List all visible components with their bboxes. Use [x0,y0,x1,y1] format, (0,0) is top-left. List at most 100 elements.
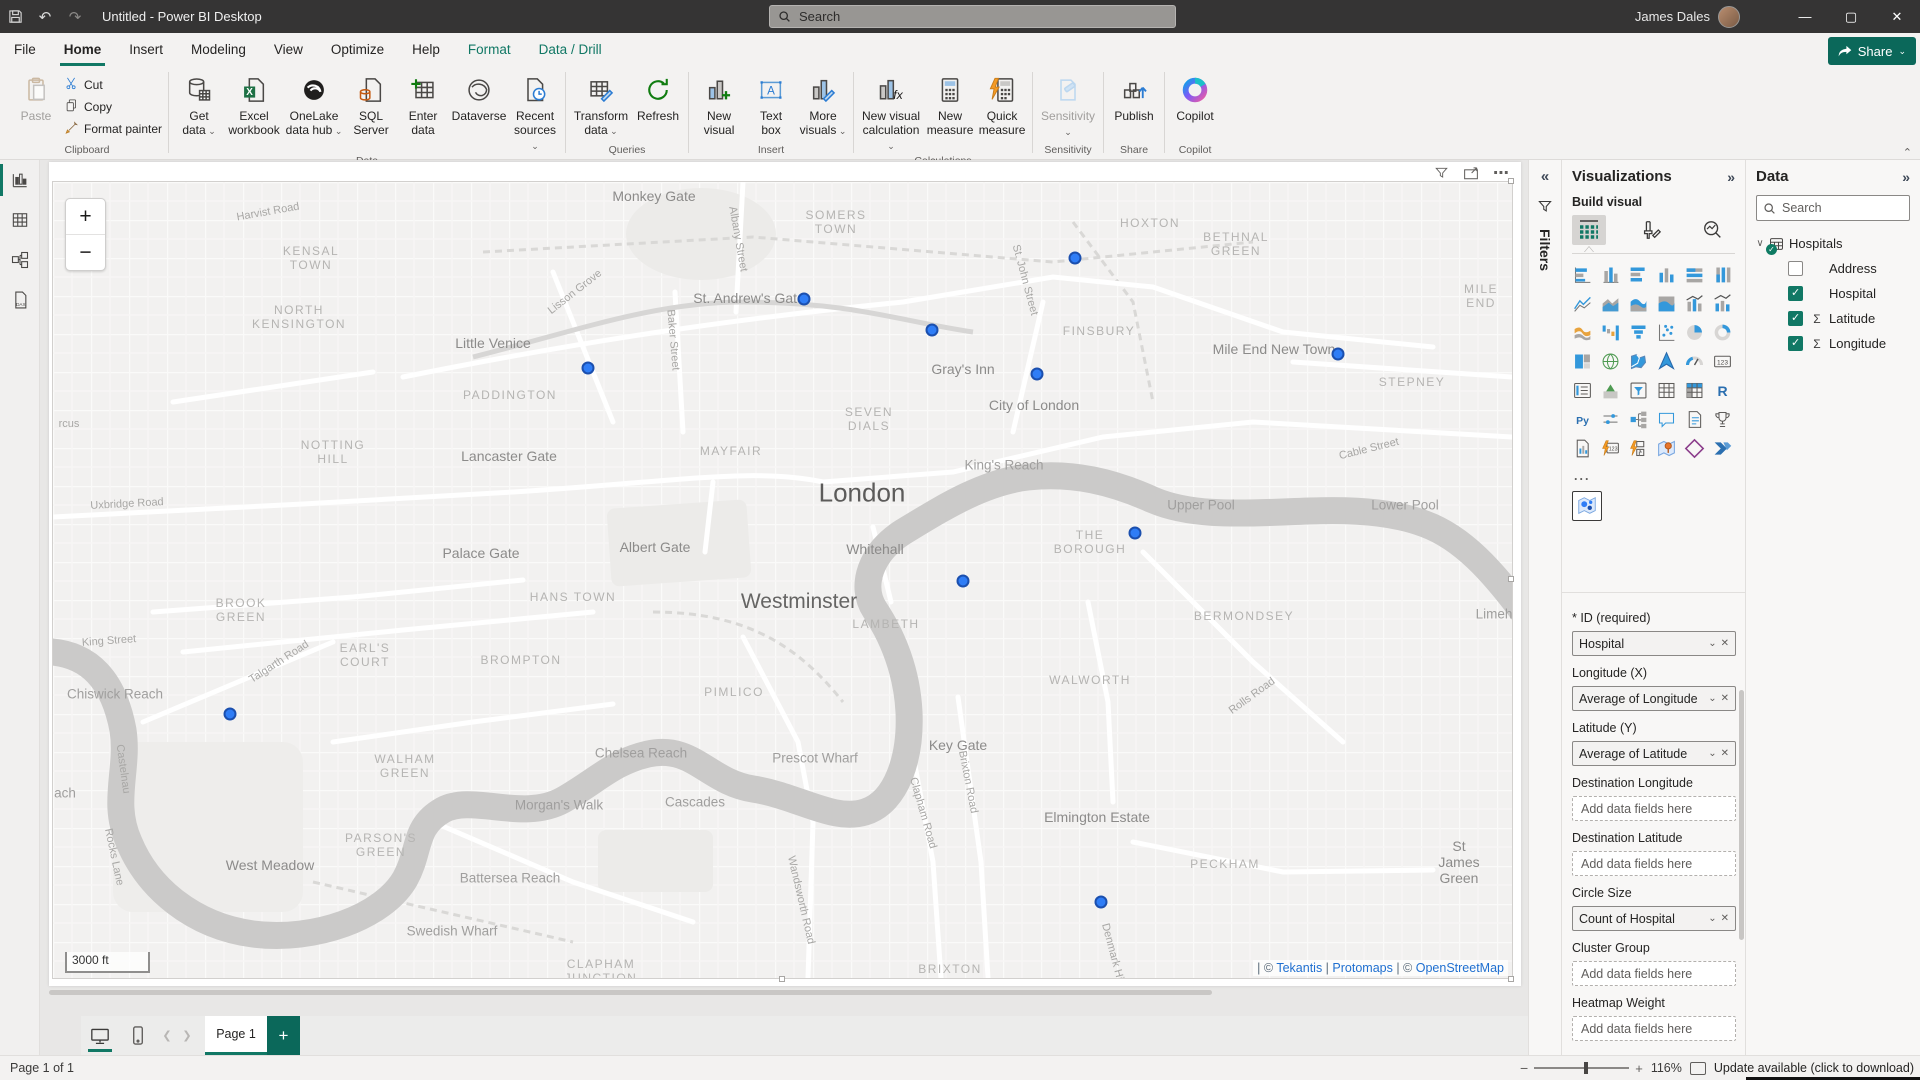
field-pill[interactable]: Average of Latitude⌄✕ [1572,741,1736,766]
r-script-visual-icon[interactable]: R [1710,378,1734,402]
dax-query-view-icon[interactable]: DAX [0,280,40,320]
new-visual-button[interactable]: New visual [693,68,745,137]
empty-field-well[interactable]: Add data fields here [1572,961,1736,986]
treemap-icon[interactable] [1570,349,1594,373]
smart-narrative-icon[interactable] [1682,407,1706,431]
empty-field-well[interactable]: Add data fields here [1572,1016,1736,1041]
line-chart-icon[interactable] [1570,291,1594,315]
icon-map[interactable]: LondonWestminsterMonkey GateSt. Andrew's… [53,182,1512,978]
lightning-slicer-icon[interactable] [1626,436,1650,460]
field-row-longitude[interactable]: ΣLongitude [1746,331,1920,356]
previous-page-icon[interactable]: ❮ [157,1016,177,1055]
transform-data-button[interactable]: Transform data ⌄ [570,68,632,138]
data-search-input[interactable] [1782,201,1892,215]
table-row-hospitals[interactable]: ∨ ✓ Hospitals [1746,231,1920,256]
map-visual[interactable]: LondonWestminsterMonkey GateSt. Andrew's… [52,181,1513,979]
ribbon-tab-insert[interactable]: Insert [115,33,177,66]
ribbon-tab-format[interactable]: Format [454,33,525,66]
gauge-icon[interactable] [1682,349,1706,373]
stacked-bar-chart-icon[interactable] [1570,262,1594,286]
maximize-button[interactable]: ▢ [1828,0,1874,33]
ribbon-tab-home[interactable]: Home [50,33,116,66]
publish-button[interactable]: Publish [1108,68,1160,123]
hospital-point[interactable] [1069,252,1082,265]
decomposition-tree-icon[interactable] [1626,407,1650,431]
analytics-tab[interactable] [1696,215,1730,245]
field-pill[interactable]: Hospital⌄✕ [1572,631,1736,656]
lightning-card-icon[interactable]: 123 [1598,436,1622,460]
zoom-percentage[interactable]: 116% [1651,1061,1682,1075]
stacked-column-chart-icon[interactable] [1598,262,1622,286]
search-input[interactable] [799,9,1139,24]
ribbon-tab-help[interactable]: Help [398,33,454,66]
area-chart-icon[interactable] [1598,291,1622,315]
hospital-point[interactable] [1332,348,1345,361]
attribution-link[interactable]: Protomaps [1332,961,1392,975]
field-pill[interactable]: Average of Longitude⌄✕ [1572,686,1736,711]
quick-measure-button[interactable]: Quick measure [976,68,1028,137]
field-checkbox[interactable] [1788,286,1803,301]
text-box-button[interactable]: AText box [745,68,797,137]
card-icon[interactable]: 123 [1710,349,1734,373]
kpi-icon[interactable] [1598,378,1622,402]
save-icon[interactable] [0,0,30,33]
hospital-point[interactable] [957,575,970,588]
empty-field-well[interactable]: Add data fields here [1572,796,1736,821]
report-page[interactable]: ⋯ [49,162,1521,986]
format-visual-tab[interactable] [1634,215,1668,245]
field-row-hospital[interactable]: Hospital [1746,281,1920,306]
field-remove-icon[interactable]: ✕ [1721,638,1729,649]
qa-visual-icon[interactable] [1654,407,1678,431]
copy-button[interactable]: Copy [64,98,162,115]
sql-server-button[interactable]: SQL Server [345,68,397,137]
parameter-slider-icon[interactable] [1598,407,1622,431]
ribbon-chart-icon[interactable] [1570,320,1594,344]
pie-chart-icon[interactable] [1682,320,1706,344]
filters-pane-title[interactable]: Filters [1537,229,1553,271]
field-dropdown-icon[interactable]: ⌄ [1708,913,1716,924]
ribbon-tab-data-drill[interactable]: Data / Drill [525,33,616,66]
field-pill[interactable]: Count of Hospital⌄✕ [1572,906,1736,931]
desktop-layout-icon[interactable] [81,1016,119,1055]
stacked-area-chart-icon[interactable] [1626,291,1650,315]
line-and-clustered-column-chart-icon[interactable] [1710,291,1734,315]
minimize-button[interactable]: — [1782,0,1828,33]
report-view-icon[interactable] [0,160,40,200]
donut-chart-icon[interactable] [1710,320,1734,344]
field-dropdown-icon[interactable]: ⌄ [1708,638,1716,649]
cut-button[interactable]: Cut [64,76,162,93]
fit-to-page-icon[interactable] [1690,1062,1706,1075]
model-view-icon[interactable] [0,240,40,280]
global-search[interactable] [769,5,1176,28]
zoom-in-icon[interactable]: + [1635,1061,1643,1076]
attribution-link[interactable]: Tekantis [1276,961,1322,975]
hospital-point[interactable] [798,293,811,306]
hospital-point[interactable] [224,708,237,721]
field-row-latitude[interactable]: ΣLatitude [1746,306,1920,331]
field-remove-icon[interactable]: ✕ [1721,748,1729,759]
ribbon-tab-optimize[interactable]: Optimize [317,33,398,66]
python-visual-icon[interactable]: Py [1570,407,1594,431]
update-available-link[interactable]: Update available (click to download) [1714,1061,1914,1075]
clustered-bar-chart-icon[interactable] [1626,262,1650,286]
ribbon-tab-view[interactable]: View [260,33,317,66]
resize-handle[interactable] [1508,976,1514,982]
share-button[interactable]: Share ⌄ [1828,37,1916,65]
next-page-icon[interactable]: ❯ [177,1016,197,1055]
attribution-link[interactable]: OpenStreetMap [1416,961,1504,975]
close-button[interactable]: ✕ [1874,0,1920,33]
excel-workbook-button[interactable]: XExcel workbook [225,68,283,137]
field-checkbox[interactable] [1788,336,1803,351]
undo-icon[interactable]: ↶ [30,0,60,33]
enter-data-button[interactable]: Enter data [397,68,449,137]
account-area[interactable]: James Dales [1635,0,1740,33]
zoom-slider-track[interactable] [1534,1067,1629,1069]
canvas-horizontal-scrollbar[interactable] [49,990,1212,995]
hospital-point[interactable] [1095,896,1108,909]
hospital-point[interactable] [1031,368,1044,381]
field-checkbox[interactable] [1788,261,1803,276]
data-search-box[interactable] [1756,195,1910,221]
empty-field-well[interactable]: Add data fields here [1572,851,1736,876]
table-view-icon[interactable] [0,200,40,240]
refresh-button[interactable]: Refresh [632,68,684,123]
